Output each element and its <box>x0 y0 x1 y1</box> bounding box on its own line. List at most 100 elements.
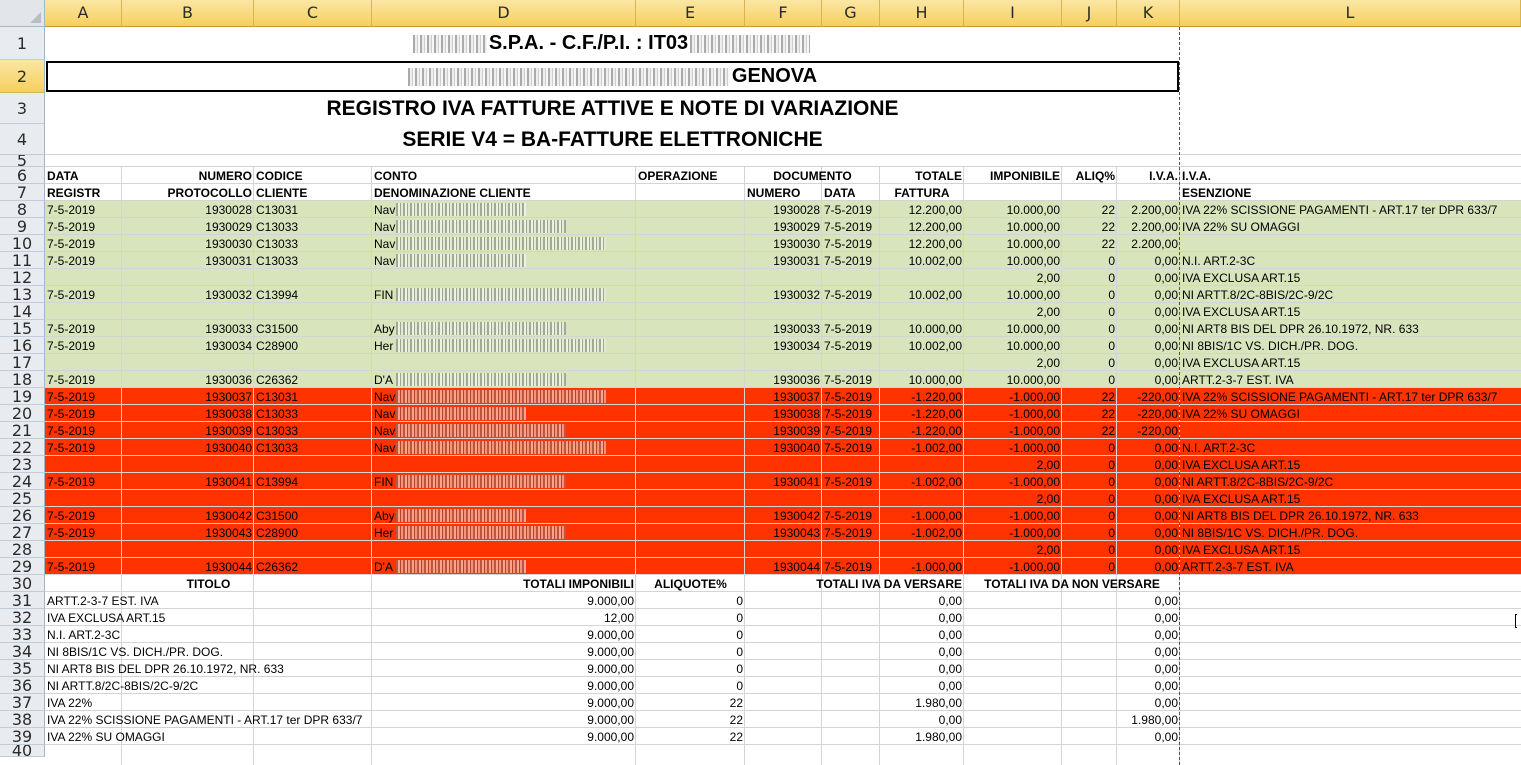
row-header-11[interactable]: 11 <box>0 252 45 269</box>
entry-iva: 0,00 <box>1154 457 1178 472</box>
column-header-k[interactable]: K <box>1117 0 1180 27</box>
row-header-23[interactable]: 23 <box>0 456 45 473</box>
entry-aliq: 0 <box>1108 491 1115 506</box>
city-label: GENOVA <box>731 65 818 87</box>
column-header-j[interactable]: J <box>1062 0 1117 27</box>
row-header-34[interactable]: 34 <box>0 643 45 660</box>
column-header-i[interactable]: I <box>964 0 1062 27</box>
entry-denominazione: Aby <box>372 507 636 524</box>
entry-denominazione: Nav <box>372 235 636 252</box>
row-header-24[interactable]: 24 <box>0 473 45 490</box>
column-header-a[interactable]: A <box>45 0 122 27</box>
entry-iva: 0,00 <box>1154 474 1178 489</box>
entry-data <box>45 354 122 371</box>
summary-aliquote: 0 <box>736 627 743 642</box>
entry-totale <box>880 456 964 473</box>
row-header-7[interactable]: 7 <box>0 184 45 201</box>
entry-cliente: C26362 <box>256 559 299 574</box>
entry-imponibile: 10.000,00 <box>1006 287 1060 302</box>
entry-esenzione: N.I. ART.2-3C <box>1182 440 1256 455</box>
row-header-2[interactable]: 2 <box>0 60 45 93</box>
redacted-client-name <box>396 526 566 539</box>
row-header-1[interactable]: 1 <box>0 27 45 60</box>
summary-aliquote: 22 <box>729 712 743 727</box>
entry-iva: 2.200,00 <box>1131 219 1178 234</box>
row-header-4[interactable]: 4 <box>0 124 45 155</box>
entry-data_doc: 7-5-2019 <box>824 287 873 302</box>
row-header-39[interactable]: 39 <box>0 728 45 745</box>
column-header-h[interactable]: H <box>880 0 964 27</box>
row-header-5[interactable]: 5 <box>0 155 45 167</box>
header-row6-col-5: DOCUMENTO <box>773 168 852 183</box>
row-header-28[interactable]: 28 <box>0 541 45 558</box>
row-header-37[interactable]: 37 <box>0 694 45 711</box>
column-header-b[interactable]: B <box>122 0 254 27</box>
entry-numero: 1930028 <box>773 202 820 217</box>
entry-iva: 2.200,00 <box>1131 202 1178 217</box>
row-header-32[interactable]: 32 <box>0 609 45 626</box>
header-row6-col-6: TOTALE <box>915 168 962 183</box>
row-header-10[interactable]: 10 <box>0 235 45 252</box>
row-header-3[interactable]: 3 <box>0 93 45 124</box>
entry-totale <box>880 490 964 507</box>
entry-numero: 1930032 <box>773 287 820 302</box>
row-header-19[interactable]: 19 <box>0 388 45 405</box>
entry-data: 7-5-2019 <box>47 219 96 234</box>
row-header-26[interactable]: 26 <box>0 507 45 524</box>
entry-protocollo: 1930039 <box>205 423 252 438</box>
column-header-g[interactable]: G <box>822 0 880 27</box>
column-header-e[interactable]: E <box>636 0 745 27</box>
row-header-6[interactable]: 6 <box>0 167 45 184</box>
row-header-31[interactable]: 31 <box>0 592 45 609</box>
row-header-27[interactable]: 27 <box>0 524 45 541</box>
row-header-21[interactable]: 21 <box>0 422 45 439</box>
row-header-16[interactable]: 16 <box>0 337 45 354</box>
row-header-40[interactable]: 40 <box>0 745 45 757</box>
entry-aliq: 0 <box>1108 355 1115 370</box>
row-header-36[interactable]: 36 <box>0 677 45 694</box>
row-header-8[interactable]: 8 <box>0 201 45 218</box>
entry-totale: 10.002,00 <box>908 287 962 302</box>
row-header-17[interactable]: 17 <box>0 354 45 371</box>
entry-denominazione: Nav <box>372 422 636 439</box>
column-header-l[interactable]: L <box>1180 0 1521 27</box>
row-header-30[interactable]: 30 <box>0 575 45 592</box>
entry-aliq: 0 <box>1108 321 1115 336</box>
entry-denominazione <box>372 541 636 558</box>
spreadsheet[interactable]: A B C D E F G H I J K L 1 2 3 4 5 6 7 8 9 10 11 12 13 14 15 16 17 18 1… <box>0 0 1521 765</box>
row-header-25[interactable]: 25 <box>0 490 45 507</box>
company-name-line: S.P.A. - C.F./P.I. : IT03 <box>45 27 1180 60</box>
entry-data_doc: 7-5-2019 <box>824 423 873 438</box>
company-address-line[interactable]: GENOVA <box>46 61 1179 92</box>
row-header-20[interactable]: 20 <box>0 405 45 422</box>
entry-iva: -220,00 <box>1137 423 1178 438</box>
summary-iva-non-versare: 1.980,00 <box>1131 712 1178 727</box>
row-header-38[interactable]: 38 <box>0 711 45 728</box>
entry-totale <box>880 269 964 286</box>
row-header-14[interactable]: 14 <box>0 303 45 320</box>
row-header-35[interactable]: 35 <box>0 660 45 677</box>
row-header-13[interactable]: 13 <box>0 286 45 303</box>
summary-titolo: NI ARTT.8/2C-8BIS/2C-9/2C <box>47 678 199 693</box>
entry-protocollo: 1930030 <box>205 236 252 251</box>
column-header-c[interactable]: C <box>254 0 372 27</box>
column-header-d[interactable]: D <box>372 0 636 27</box>
header-row6-col-9: I.V.A. <box>1149 168 1178 183</box>
row-header-9[interactable]: 9 <box>0 218 45 235</box>
header-row6-col-7: IMPONIBILE <box>989 168 1060 183</box>
entry-data_doc: 7-5-2019 <box>824 321 873 336</box>
entry-esenzione: IVA EXCLUSA ART.15 <box>1182 542 1301 557</box>
row-header-18[interactable]: 18 <box>0 371 45 388</box>
entry-protocollo: 1930037 <box>205 389 252 404</box>
entry-data_doc: 7-5-2019 <box>824 219 873 234</box>
entry-cliente: C31500 <box>256 508 299 523</box>
row-header-22[interactable]: 22 <box>0 439 45 456</box>
select-all-button[interactable] <box>0 0 45 27</box>
entry-iva: 0,00 <box>1154 559 1178 574</box>
row-header-12[interactable]: 12 <box>0 269 45 286</box>
header-row6-col-3: CONTO <box>374 168 418 183</box>
row-header-29[interactable]: 29 <box>0 558 45 575</box>
column-header-f[interactable]: F <box>745 0 822 27</box>
row-header-33[interactable]: 33 <box>0 626 45 643</box>
row-header-15[interactable]: 15 <box>0 320 45 337</box>
